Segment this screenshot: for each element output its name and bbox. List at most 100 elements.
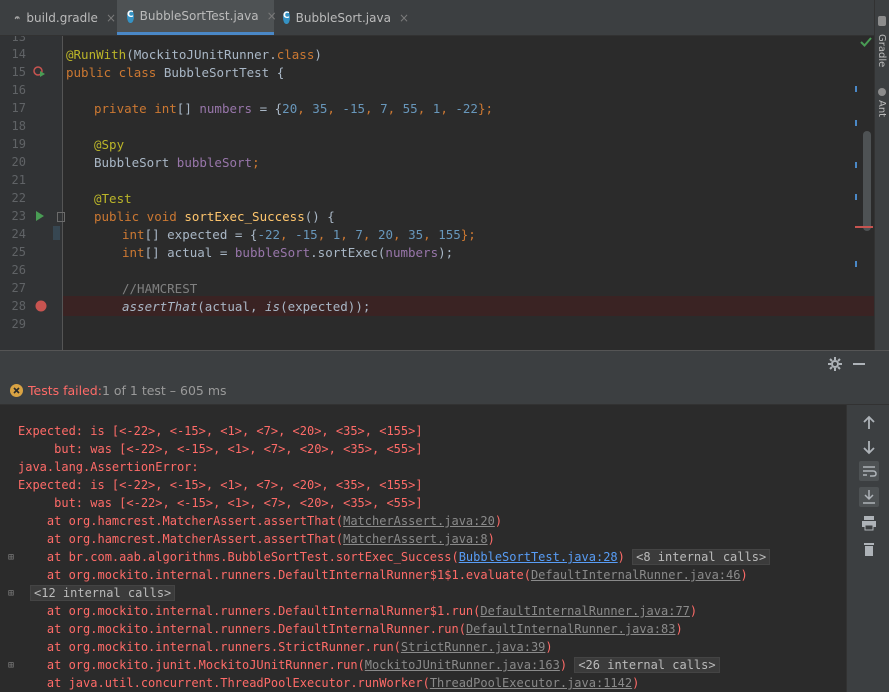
line-number: 20: [11, 155, 26, 169]
source-link[interactable]: ThreadPoolExecutor.java:1142: [430, 676, 632, 690]
class-c-icon: C: [283, 11, 290, 24]
stack-frame: at br.com.aab.algorithms.BubbleSortTest.…: [18, 549, 771, 565]
internal-calls-fold[interactable]: <8 internal calls>: [632, 549, 771, 565]
analysis-ok-icon[interactable]: [860, 36, 872, 48]
stack-frame: at org.hamcrest.MatcherAssert.assertThat…: [18, 514, 503, 528]
console-line: but: was [<-22>, <-15>, <1>, <7>, <20>, …: [18, 496, 423, 510]
print-icon[interactable]: [859, 513, 879, 533]
error-stripe-mark[interactable]: [855, 120, 857, 126]
scroll-to-end-icon[interactable]: [859, 487, 879, 507]
line-number: 14: [11, 47, 26, 61]
expand-internal-calls-icon[interactable]: ⊞: [8, 552, 14, 563]
line-number: 17: [11, 101, 26, 115]
line-number: 13: [11, 36, 26, 44]
line-number: 28: [11, 299, 26, 313]
expand-internal-calls-icon[interactable]: ⊞: [8, 588, 14, 599]
right-tool-strip: Gradle Ant: [874, 0, 889, 350]
line-number: 25: [11, 245, 26, 259]
stack-frame: at org.mockito.internal.runners.StrictRu…: [18, 640, 553, 654]
code-line-27: //HAMCREST: [122, 281, 198, 296]
down-arrow-icon[interactable]: [859, 437, 879, 457]
editor-tab-bar: build.gradle × C BubbleSortTest.java × C…: [0, 0, 874, 36]
tab-label: build.gradle: [26, 10, 98, 25]
stack-frame: at org.mockito.internal.runners.DefaultI…: [18, 622, 683, 636]
line-number: 18: [11, 119, 26, 133]
tab-bubblesort[interactable]: C BubbleSort.java ×: [275, 0, 409, 35]
trash-icon[interactable]: [859, 539, 879, 559]
minimize-icon[interactable]: [853, 363, 865, 365]
line-number: 23: [11, 209, 26, 223]
line-number: 24: [11, 227, 26, 241]
gradle-tool-button[interactable]: Gradle: [876, 34, 887, 67]
internal-calls-fold[interactable]: <26 internal calls>: [574, 657, 720, 673]
tab-label: BubbleSort.java: [295, 10, 391, 25]
gear-icon[interactable]: [828, 357, 842, 371]
tab-close-icon[interactable]: ×: [399, 11, 409, 25]
code-line-28: assertThat(actual, is(expected));: [122, 299, 371, 314]
error-stripe-mark[interactable]: [855, 86, 857, 92]
test-console-output[interactable]: Expected: is [<-22>, <-15>, <1>, <7>, <2…: [0, 405, 846, 692]
tab-build-gradle[interactable]: build.gradle ×: [0, 0, 116, 35]
run-panel-header: [0, 350, 889, 378]
console-line: java.lang.AssertionError:: [18, 460, 199, 474]
source-link[interactable]: DefaultInternalRunner.java:83: [466, 622, 676, 636]
editor-scrollbar[interactable]: [863, 131, 871, 231]
fold-marker-icon[interactable]: [57, 212, 65, 222]
line-number: 16: [11, 83, 26, 97]
internal-calls-fold[interactable]: <12 internal calls>: [30, 585, 176, 601]
gradle-icon: [878, 16, 886, 26]
ant-tool-button[interactable]: Ant: [876, 100, 887, 117]
tests-failed-label: Tests failed:: [28, 383, 102, 398]
source-link[interactable]: DefaultInternalRunner.java:77: [480, 604, 690, 618]
stack-frame: at org.mockito.junit.MockitoJUnitRunner.…: [18, 657, 720, 673]
tab-label: BubbleSortTest.java: [139, 9, 259, 23]
console-line: Expected: is [<-22>, <-15>, <1>, <7>, <2…: [18, 478, 423, 492]
code-line-24: int[] expected = {-22, -15, 1, 7, 20, 35…: [122, 227, 476, 242]
ant-icon: [878, 88, 886, 96]
source-link[interactable]: StrictRunner.java:39: [401, 640, 546, 654]
error-stripe-mark[interactable]: [855, 162, 857, 168]
source-link[interactable]: BubbleSortTest.java:28: [459, 550, 618, 564]
source-link[interactable]: DefaultInternalRunner.java:46: [531, 568, 741, 582]
code-line-20: BubbleSort bubbleSort;: [94, 155, 260, 170]
code-line-17: private int[] numbers = {20, 35, -15, 7,…: [94, 101, 494, 116]
change-marker: [53, 226, 60, 240]
up-arrow-icon[interactable]: [859, 413, 879, 433]
line-number: 29: [11, 317, 26, 331]
run-test-method-icon[interactable]: [35, 210, 45, 222]
line-number: 22: [11, 191, 26, 205]
line-number: 27: [11, 281, 26, 295]
stack-frame: <12 internal calls>: [30, 585, 176, 601]
gradle-elephant-icon: [14, 16, 20, 20]
breakpoint-icon[interactable]: [35, 300, 47, 312]
code-editor[interactable]: 13 14 15 16 17 18 19 20 21 22 23 24 25 2…: [0, 36, 874, 350]
console-line: but: was [<-22>, <-15>, <1>, <7>, <20>, …: [18, 442, 423, 456]
soft-wrap-icon[interactable]: [859, 461, 879, 481]
editor-gutter: 13 14 15 16 17 18 19 20 21 22 23 24 25 2…: [0, 36, 65, 350]
line-number: 21: [11, 173, 26, 187]
code-line-15: public class BubbleSortTest {: [66, 65, 285, 80]
stack-frame: at org.mockito.internal.runners.DefaultI…: [18, 568, 748, 582]
expand-internal-calls-icon[interactable]: ⊞: [8, 660, 14, 671]
error-stripe-mark[interactable]: [855, 261, 857, 267]
tab-bubblesorttest[interactable]: C BubbleSortTest.java ×: [117, 0, 277, 35]
source-link[interactable]: MockitoJUnitRunner.java:163: [365, 658, 560, 672]
test-status-bar: Tests failed: 1 of 1 test – 605 ms: [0, 377, 889, 405]
run-test-class-icon[interactable]: [33, 66, 45, 78]
tests-summary: 1 of 1 test – 605 ms: [101, 383, 227, 398]
console-line: Expected: is [<-22>, <-15>, <1>, <7>, <2…: [18, 424, 423, 438]
code-line-19: @Spy: [94, 137, 125, 152]
error-stripe-mark[interactable]: [855, 194, 857, 200]
console-toolbar: [846, 405, 889, 692]
code-line-22: @Test: [94, 191, 132, 206]
source-link[interactable]: MatcherAssert.java:20: [343, 514, 495, 528]
breakpoint-stripe-mark[interactable]: [855, 226, 873, 228]
tab-close-icon[interactable]: ×: [106, 11, 116, 25]
stack-frame: at org.hamcrest.MatcherAssert.assertThat…: [18, 532, 495, 546]
stack-frame: at java.util.concurrent.ThreadPoolExecut…: [18, 676, 640, 690]
code-line-23: public void sortExec_Success() {: [94, 209, 335, 224]
source-link[interactable]: MatcherAssert.java:8: [343, 532, 488, 546]
test-failed-icon: [10, 384, 23, 397]
code-line-14: @RunWith(MockitoJUnitRunner.class): [66, 47, 322, 62]
class-c-icon: C: [127, 9, 134, 23]
